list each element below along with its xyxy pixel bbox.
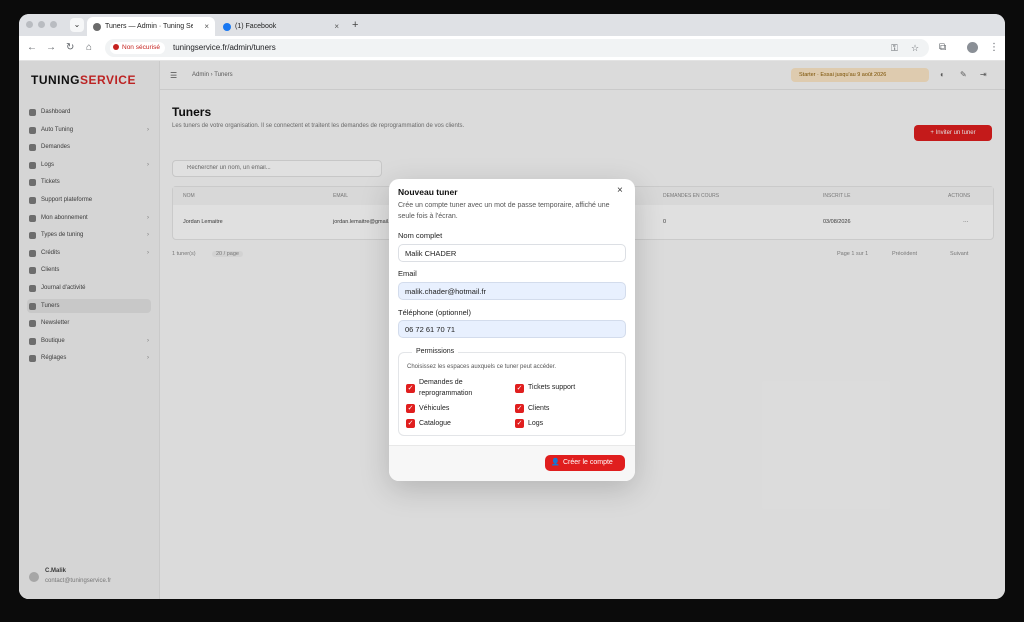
user-plus-icon: 👤 bbox=[551, 459, 560, 466]
tab-facebook[interactable]: (1) Facebook × bbox=[217, 17, 345, 36]
permissions-legend: Permissions bbox=[412, 348, 459, 355]
url-text[interactable]: tuningservice.fr/admin/tuners bbox=[173, 39, 276, 57]
security-chip[interactable]: Non sécurisé bbox=[110, 42, 165, 54]
full-name-label: Nom complet bbox=[398, 231, 443, 240]
tab-close-icon[interactable]: × bbox=[204, 17, 209, 36]
facebook-favicon-icon bbox=[223, 23, 231, 31]
window-zoom-control[interactable] bbox=[50, 21, 57, 28]
home-icon[interactable]: ⌂ bbox=[86, 41, 92, 55]
security-label: Non sécurisé bbox=[122, 44, 160, 51]
email-field[interactable] bbox=[398, 282, 626, 300]
window-close-control[interactable] bbox=[26, 21, 33, 28]
profile-avatar[interactable] bbox=[967, 42, 978, 53]
tab-tuners-admin[interactable]: Tuners — Admin · Tuning Service × bbox=[87, 17, 215, 36]
browser-toolbar: ← → ↻ ⌂ Non sécurisé tuningservice.fr/ad… bbox=[19, 36, 1005, 61]
permission-label: Tickets support bbox=[528, 384, 576, 391]
permission-label: Clients bbox=[528, 405, 550, 412]
site-favicon-icon bbox=[93, 23, 101, 31]
checkbox-logs[interactable]: ✓ bbox=[515, 419, 524, 428]
email-label: Email bbox=[398, 269, 417, 278]
new-tab-button[interactable]: + bbox=[352, 17, 358, 34]
close-icon[interactable]: × bbox=[617, 185, 623, 197]
phone-field[interactable] bbox=[398, 320, 626, 338]
new-tuner-modal: Nouveau tuner × Crée un compte tuner ave… bbox=[389, 179, 635, 481]
tab-strip: ⌄ Tuners — Admin · Tuning Service × (1) … bbox=[19, 14, 1005, 36]
window-minimize-control[interactable] bbox=[38, 21, 45, 28]
full-name-field[interactable] bbox=[398, 244, 626, 262]
key-icon[interactable]: ⚿ bbox=[891, 39, 898, 57]
modal-description: Crée un compte tuner avec un mot de pass… bbox=[398, 202, 610, 220]
permission-label: Véhicules bbox=[419, 405, 450, 412]
tab-title: Tuners — Admin · Tuning Service bbox=[105, 23, 193, 30]
checkbox-tickets[interactable]: ✓ bbox=[515, 384, 524, 393]
permissions-fieldset: Permissions Choisissez les espaces auxqu… bbox=[398, 348, 626, 436]
forward-icon[interactable]: → bbox=[46, 41, 56, 55]
phone-label: Téléphone (optionnel) bbox=[398, 308, 471, 317]
create-account-button[interactable]: 👤 Créer le compte bbox=[545, 455, 625, 471]
create-account-label: Créer le compte bbox=[563, 459, 613, 466]
checkbox-demandes[interactable]: ✓ bbox=[406, 384, 415, 393]
star-icon[interactable]: ☆ bbox=[911, 39, 919, 57]
warning-icon bbox=[113, 44, 119, 50]
menu-icon[interactable]: ⋮ bbox=[989, 41, 999, 55]
tab-search-button[interactable]: ⌄ bbox=[70, 18, 84, 32]
checkbox-clients[interactable]: ✓ bbox=[515, 404, 524, 413]
modal-footer: 👤 Créer le compte bbox=[389, 446, 635, 481]
address-bar[interactable]: Non sécurisé tuningservice.fr/admin/tune… bbox=[105, 39, 929, 57]
tab-close-icon[interactable]: × bbox=[334, 17, 339, 36]
back-icon[interactable]: ← bbox=[27, 41, 37, 55]
tab-title: (1) Facebook bbox=[235, 23, 277, 30]
checkbox-catalogue[interactable]: ✓ bbox=[406, 419, 415, 428]
reload-icon[interactable]: ↻ bbox=[66, 41, 74, 55]
extensions-icon[interactable]: ⧉ bbox=[939, 41, 946, 55]
permission-label: Demandes de reprogrammation bbox=[419, 379, 473, 397]
permission-label: Catalogue bbox=[419, 420, 451, 427]
checkbox-vehicules[interactable]: ✓ bbox=[406, 404, 415, 413]
permission-label: Logs bbox=[528, 420, 544, 427]
modal-title: Nouveau tuner bbox=[398, 187, 458, 197]
permissions-help: Choisissez les espaces auxquels ce tuner… bbox=[407, 364, 557, 370]
